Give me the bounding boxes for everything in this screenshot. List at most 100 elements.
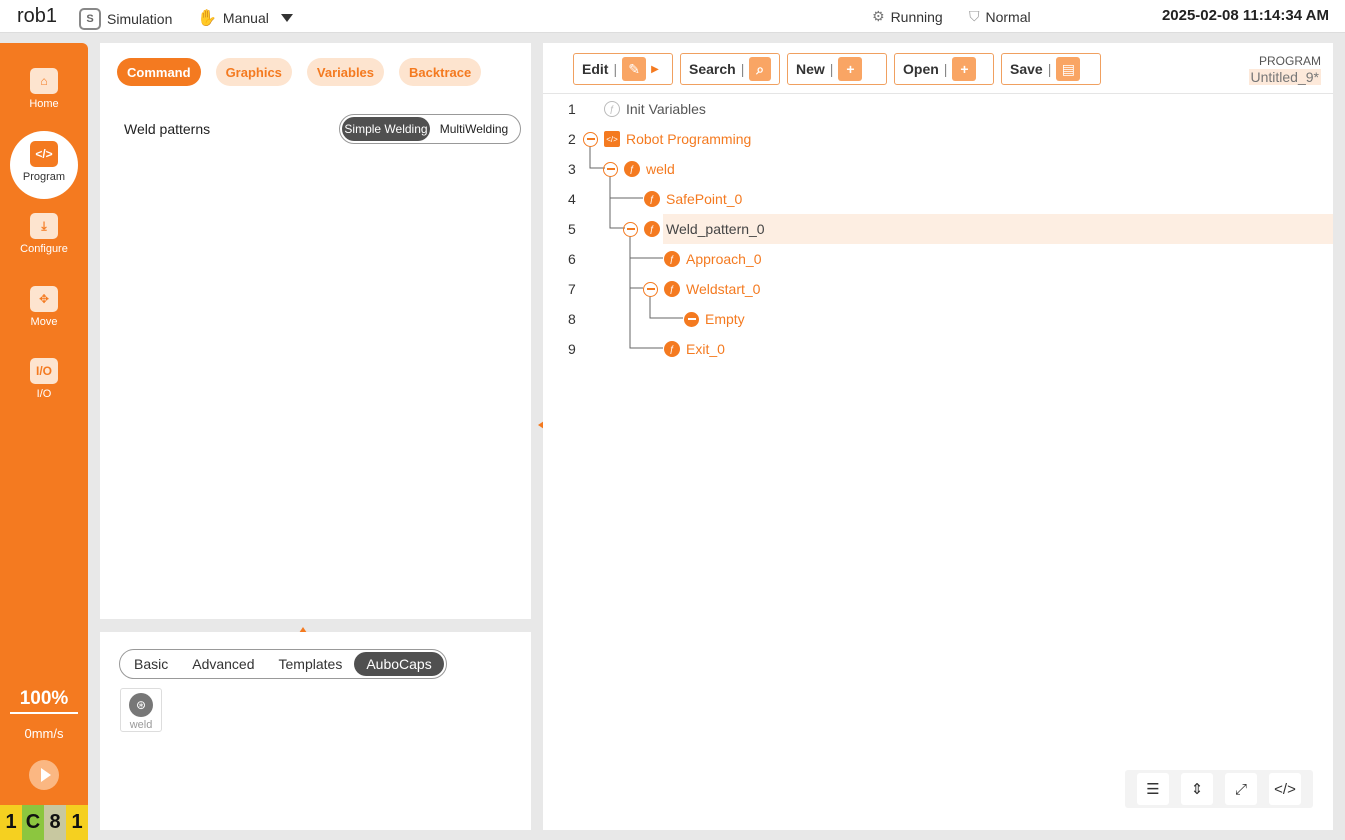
program-line[interactable]: 8 Empty [543, 304, 1333, 334]
open-button[interactable]: Open | + [894, 53, 994, 85]
tab-basic[interactable]: Basic [122, 652, 180, 676]
weld-icon: ⊛ [129, 693, 153, 717]
line-number: 3 [568, 161, 576, 177]
node-label: Approach_0 [686, 251, 762, 267]
tree-node: ƒ weld [603, 161, 675, 177]
line-number: 2 [568, 131, 576, 147]
program-name-display: PROGRAM Untitled_9* [1248, 54, 1321, 85]
play-small-icon: ▶ [651, 63, 659, 75]
program-line[interactable]: 9 ƒ Exit_0 [543, 334, 1333, 364]
control-mode-dropdown[interactable]: ✋ Manual [197, 8, 293, 28]
sidebar-item-configure[interactable]: ⤓ Configure [0, 213, 88, 255]
program-line[interactable]: 3 ƒ weld [543, 154, 1333, 184]
search-button[interactable]: Search | ⌕ [680, 53, 780, 85]
line-number: 7 [568, 281, 576, 297]
safety-status-label: Normal [985, 8, 1031, 25]
node-label: Init Variables [626, 101, 706, 117]
sidebar-item-label: I/O [36, 388, 52, 400]
tree-node: ƒ Init Variables [604, 101, 706, 117]
program-line[interactable]: 6 ƒ Approach_0 [543, 244, 1333, 274]
program-line-selected[interactable]: 5 ƒ Weld_pattern_0 [543, 214, 1333, 244]
tab-command[interactable]: Command [117, 58, 201, 86]
line-number: 5 [568, 221, 576, 237]
expand-lines-icon[interactable]: ☰ [1137, 773, 1169, 805]
edit-label: Edit [582, 61, 609, 77]
command-tabs: Command Graphics Variables Backtrace [117, 58, 482, 86]
program-line[interactable]: 4 ƒ SafePoint_0 [543, 184, 1333, 214]
home-icon: ⌂ [30, 68, 58, 94]
save-button[interactable]: Save | ▤ [1001, 53, 1101, 85]
simple-welding-option[interactable]: Simple Welding [342, 117, 430, 141]
program-label: PROGRAM [1258, 54, 1321, 68]
edit-button[interactable]: Edit | ✎ ▶ [573, 53, 673, 85]
status-code-digit: C [22, 805, 44, 840]
command-panel: Command Graphics Variables Backtrace Wel… [100, 43, 531, 619]
tree-node: Empty [684, 311, 745, 327]
node-label: Exit_0 [686, 341, 725, 357]
new-button[interactable]: New | + [787, 53, 887, 85]
fullscreen-icon[interactable]: ⤢ [1225, 773, 1257, 805]
chevron-down-icon [280, 14, 293, 22]
sidebar-item-io[interactable]: I/O I/O [0, 358, 88, 400]
node-label: Weld_pattern_0 [666, 221, 765, 237]
node-label: Weldstart_0 [686, 281, 761, 297]
node-icon: ƒ [664, 251, 680, 267]
collapse-icon[interactable] [583, 131, 598, 147]
robot-name: rob1 [17, 5, 58, 27]
collapse-icon[interactable] [623, 221, 638, 237]
save-label: Save [1010, 61, 1043, 77]
tree-node: ƒ SafePoint_0 [644, 191, 742, 207]
save-icon: ▤ [1056, 57, 1081, 81]
top-bar: rob1 S Simulation ✋ Manual ⚙ Running ⛉ N… [0, 0, 1345, 33]
sidebar-item-label: Move [30, 316, 58, 328]
pencil-icon: ✎ [622, 57, 647, 81]
speed-display[interactable]: 100% 0mm/s [10, 688, 78, 741]
line-number: 6 [568, 251, 576, 267]
weld-node-tile[interactable]: ⊛ weld [120, 688, 162, 732]
sidebar-item-move[interactable]: ✥ Move [0, 286, 88, 328]
play-button[interactable] [29, 760, 59, 790]
program-line[interactable]: 7 ƒ Weldstart_0 [543, 274, 1333, 304]
move-icon: ✥ [30, 286, 58, 312]
program-line[interactable]: 2 </> Robot Programming [543, 124, 1333, 154]
tab-graphics[interactable]: Graphics [215, 58, 292, 86]
new-label: New [796, 61, 825, 77]
search-icon: ⌕ [749, 57, 771, 81]
status-code-digit: 8 [44, 805, 66, 840]
code-view-icon[interactable]: </> [1269, 773, 1301, 805]
node-label: SafePoint_0 [666, 191, 743, 207]
tab-templates[interactable]: Templates [267, 652, 355, 676]
tab-variables[interactable]: Variables [306, 58, 385, 86]
weld-tile-label: weld [129, 719, 153, 731]
multiwelding-option[interactable]: MultiWelding [430, 117, 518, 141]
node-label: Empty [705, 311, 745, 327]
sidebar-item-label: Home [29, 98, 59, 110]
sidebar-item-program[interactable]: </> Program [10, 131, 78, 199]
sidebar-item-label: Configure [20, 243, 68, 255]
tab-backtrace[interactable]: Backtrace [399, 58, 482, 86]
sidebar: ⌂ Home </> Program ⤓ Configure ✥ Move I/… [0, 43, 88, 840]
open-label: Open [903, 61, 939, 77]
tab-aubocaps[interactable]: AuboCaps [354, 652, 444, 676]
tree-node: ƒ Weld_pattern_0 [623, 221, 765, 237]
program-line[interactable]: 1 ƒ Init Variables [543, 94, 1333, 124]
tab-advanced[interactable]: Advanced [180, 652, 266, 676]
hand-icon: ✋ [197, 10, 217, 27]
status-code-strip: 1 C 8 1 [0, 805, 88, 840]
simulation-indicator[interactable]: S Simulation [79, 8, 172, 30]
node-icon: ƒ [664, 281, 680, 297]
collapse-icon[interactable] [643, 281, 658, 297]
collapse-icon[interactable] [603, 161, 618, 177]
node-library-panel: Basic Advanced Templates AuboCaps ⊛ weld [100, 632, 531, 830]
download-icon: ⤓ [30, 213, 58, 239]
node-icon: ƒ [644, 191, 660, 207]
control-mode-label: Manual [222, 10, 269, 26]
program-toolbar: Edit | ✎ ▶ Search | ⌕ New | + Open | + Save |… [573, 53, 1101, 85]
program-panel: Edit | ✎ ▶ Search | ⌕ New | + Open | + Save |… [543, 43, 1333, 830]
io-icon: I/O [30, 358, 58, 384]
robot-arm-icon: ⚙ [872, 8, 885, 24]
search-label: Search [689, 61, 736, 77]
sidebar-item-home[interactable]: ⌂ Home [0, 68, 88, 110]
line-number: 4 [568, 191, 576, 207]
collapse-all-icon[interactable]: ⇕ [1181, 773, 1213, 805]
